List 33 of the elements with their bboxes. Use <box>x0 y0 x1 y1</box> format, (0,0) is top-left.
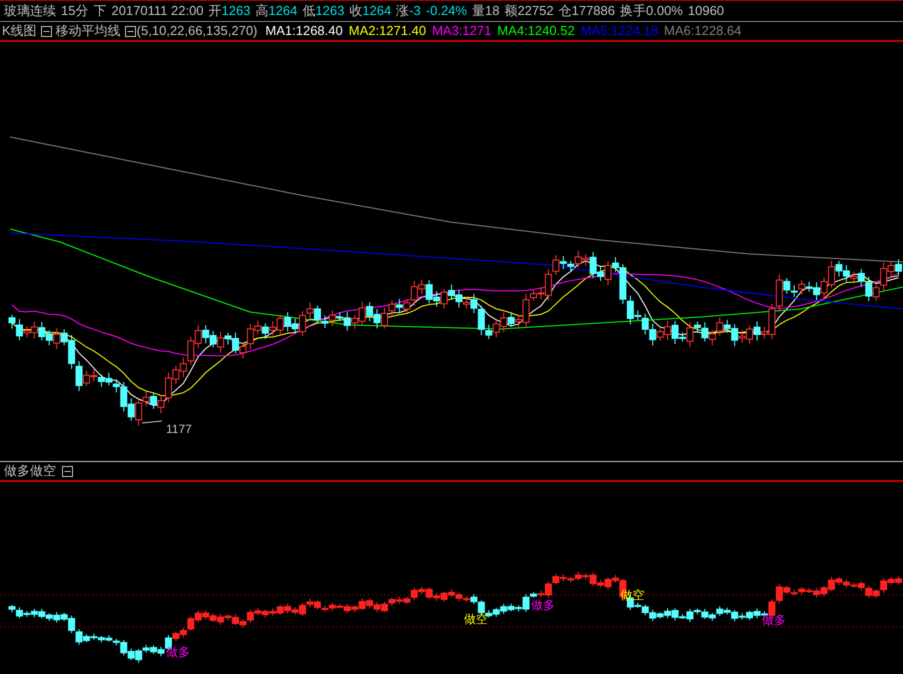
collapse-icon[interactable] <box>124 26 136 36</box>
quote-field: 仓177886 <box>558 1 615 21</box>
ma-value: MA1:1268.40 <box>265 22 343 40</box>
signal-label: 做空 <box>464 612 488 626</box>
signal-label: 做多 <box>762 613 786 627</box>
quote-field: 10960 <box>688 1 724 21</box>
indicator-title: 做多做空 <box>4 462 56 480</box>
period-label: 15分 <box>61 2 88 20</box>
ma-value: MA5:1224.18 <box>580 22 658 40</box>
quote-field: 换手0.00% <box>620 1 683 21</box>
quote-field: 涨-3 <box>396 1 421 21</box>
signal-label: 做多 <box>166 645 190 659</box>
chart-title: K线图 <box>2 22 37 40</box>
signal-label: 做多 <box>530 598 555 612</box>
collapse-icon[interactable] <box>62 466 73 476</box>
datetime-label: 20170111 22:00 <box>111 2 204 20</box>
ma-value: MA6:1228.64 <box>664 22 742 40</box>
indicator-params: (5,10,22,66,135,270) <box>136 22 258 40</box>
signal-label: 做空 <box>620 588 644 602</box>
ma-value: MA2:1271.40 <box>348 22 426 40</box>
quote-field: 低1263 <box>302 1 344 21</box>
quote-field: 量18 <box>472 1 500 21</box>
indicator-name: 移动平均线 <box>56 22 121 40</box>
symbol-name: 玻璃连续 <box>4 2 56 20</box>
ma-value: MA4:1240.52 <box>497 22 575 40</box>
quote-field: 开1263 <box>208 1 250 21</box>
quote-field: 高1264 <box>255 1 298 21</box>
ma-value: MA3:1271 <box>432 22 492 40</box>
quote-field: 收1264 <box>349 1 392 21</box>
quote-field: -0.24% <box>426 1 467 21</box>
collapse-icon[interactable] <box>40 26 52 36</box>
direction-label: 下 <box>93 2 106 20</box>
quote-field: 额22752 <box>504 1 554 21</box>
